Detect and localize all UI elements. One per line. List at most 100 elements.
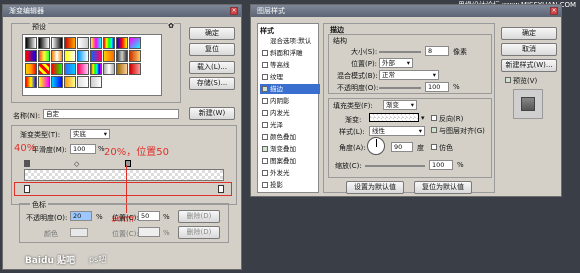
preset-swatch[interactable]	[38, 76, 50, 88]
opacity-input[interactable]: 100	[425, 82, 449, 92]
new-button[interactable]: 新建(W)	[189, 107, 235, 120]
preset-swatch[interactable]	[51, 37, 63, 49]
style-list-item[interactable]: 描边	[260, 84, 320, 94]
fill-type-select[interactable]: 渐变 ▾	[383, 100, 417, 110]
preset-swatch[interactable]	[90, 63, 102, 75]
preset-swatch[interactable]	[64, 63, 76, 75]
style-checkbox[interactable]	[262, 62, 268, 68]
preset-swatch[interactable]	[77, 37, 89, 49]
preset-swatch[interactable]	[103, 50, 115, 62]
preset-swatch[interactable]	[116, 37, 128, 49]
make-default-button[interactable]: 设置为默认值	[346, 181, 404, 194]
gear-icon[interactable]: ✿	[168, 22, 174, 30]
reverse-checkbox[interactable]	[431, 115, 437, 121]
style-checkbox[interactable]	[262, 182, 268, 188]
style-checkbox[interactable]	[262, 146, 268, 152]
stop-opacity-input[interactable]: 20	[70, 211, 92, 221]
preset-swatch[interactable]	[116, 63, 128, 75]
stop-color-swatch[interactable]	[70, 228, 88, 237]
style-list-item[interactable]: 等高线	[260, 60, 320, 70]
style-checkbox[interactable]	[262, 134, 268, 140]
blend-select[interactable]: 正常 ▾	[379, 70, 439, 80]
scale-input[interactable]: 100	[429, 160, 453, 170]
preset-swatch[interactable]	[77, 63, 89, 75]
size-input[interactable]: 8	[425, 46, 449, 56]
gradient-preview-bar[interactable]	[24, 169, 224, 181]
cancel-button[interactable]: 取消	[501, 43, 557, 56]
style-list-item[interactable]: 图案叠加	[260, 156, 320, 166]
smooth-input[interactable]: 100	[70, 144, 96, 154]
preset-swatch[interactable]	[129, 37, 141, 49]
dither-checkbox[interactable]	[431, 144, 437, 150]
preset-swatch[interactable]	[129, 63, 141, 75]
midpoint-diamond[interactable]: ◇	[74, 160, 79, 168]
position-select[interactable]: 外部 ▾	[379, 58, 413, 68]
size-slider[interactable]	[379, 51, 421, 53]
preset-swatch[interactable]	[25, 50, 37, 62]
style-list-item[interactable]: 外发光	[260, 168, 320, 178]
reset-default-button[interactable]: 复位为默认值	[414, 181, 472, 194]
preset-swatch[interactable]	[116, 50, 128, 62]
reset-button[interactable]: 复位	[189, 43, 235, 56]
chevron-down-icon[interactable]: ▾	[421, 114, 425, 122]
style-list-item[interactable]: 内发光	[260, 108, 320, 118]
style-list-item[interactable]: 斜面和浮雕	[260, 48, 320, 58]
preset-swatch[interactable]	[90, 76, 102, 88]
style-list-item[interactable]: 投影	[260, 180, 320, 190]
stop-position-input[interactable]: 50	[138, 211, 160, 221]
load-button[interactable]: 载入(L)...	[189, 61, 235, 74]
style-checkbox[interactable]	[262, 158, 268, 164]
style-list-item[interactable]: 纹理	[260, 72, 320, 82]
type-select[interactable]: 实底 ▾	[70, 129, 110, 139]
gradient-swatch[interactable]	[369, 113, 419, 122]
preset-swatch[interactable]	[64, 37, 76, 49]
opacity-stop-left[interactable]	[24, 160, 30, 167]
new-style-button[interactable]: 新建样式(W)...	[501, 59, 557, 72]
style-list-item[interactable]: 颜色叠加	[260, 132, 320, 142]
opacity-slider[interactable]	[379, 87, 421, 89]
close-icon[interactable]: ×	[550, 7, 558, 15]
preset-swatch[interactable]	[90, 37, 102, 49]
preset-swatch[interactable]	[90, 50, 102, 62]
preset-swatch[interactable]	[103, 37, 115, 49]
style-list-item[interactable]: 内阴影	[260, 96, 320, 106]
style-checkbox[interactable]	[262, 122, 268, 128]
angle-dial[interactable]	[367, 137, 385, 155]
style-checkbox[interactable]	[262, 86, 268, 92]
delete-opacity-stop-button[interactable]: 删除(D)	[178, 210, 220, 223]
delete-color-stop-button[interactable]: 删除(D)	[178, 226, 220, 239]
color-stop-left[interactable]	[24, 185, 30, 193]
close-icon[interactable]: ×	[230, 7, 238, 15]
preset-swatch[interactable]	[129, 50, 141, 62]
style-list-item[interactable]: 光泽	[260, 120, 320, 130]
preset-swatch[interactable]	[77, 50, 89, 62]
color-position-input[interactable]	[138, 227, 160, 237]
style-checkbox[interactable]	[262, 170, 268, 176]
preset-swatch[interactable]	[64, 76, 76, 88]
preset-swatch[interactable]	[103, 63, 115, 75]
preset-swatch[interactable]	[77, 76, 89, 88]
angle-input[interactable]: 90	[391, 142, 413, 152]
preset-swatch[interactable]	[25, 63, 37, 75]
preset-swatch[interactable]	[38, 37, 50, 49]
preset-swatch[interactable]	[25, 76, 37, 88]
style-checkbox[interactable]	[262, 74, 268, 80]
preset-swatch[interactable]	[25, 37, 37, 49]
preset-swatch[interactable]	[51, 50, 63, 62]
align-checkbox[interactable]	[431, 127, 437, 133]
name-input[interactable]: 自定	[43, 109, 179, 119]
preset-swatch[interactable]	[51, 76, 63, 88]
scale-slider[interactable]	[365, 165, 425, 167]
save-button[interactable]: 存储(S)...	[189, 77, 235, 90]
preset-swatch[interactable]	[51, 63, 63, 75]
style-select[interactable]: 线性 ▾	[369, 126, 425, 136]
style-checkbox[interactable]	[262, 110, 268, 116]
style-list-item[interactable]: 渐变叠加	[260, 144, 320, 154]
color-stop-right[interactable]	[218, 185, 224, 193]
preset-swatch[interactable]	[38, 63, 50, 75]
preset-swatch[interactable]	[64, 50, 76, 62]
preset-swatch[interactable]	[38, 50, 50, 62]
style-checkbox[interactable]	[262, 50, 268, 56]
style-checkbox[interactable]	[262, 98, 268, 104]
preview-checkbox[interactable]	[505, 77, 511, 83]
